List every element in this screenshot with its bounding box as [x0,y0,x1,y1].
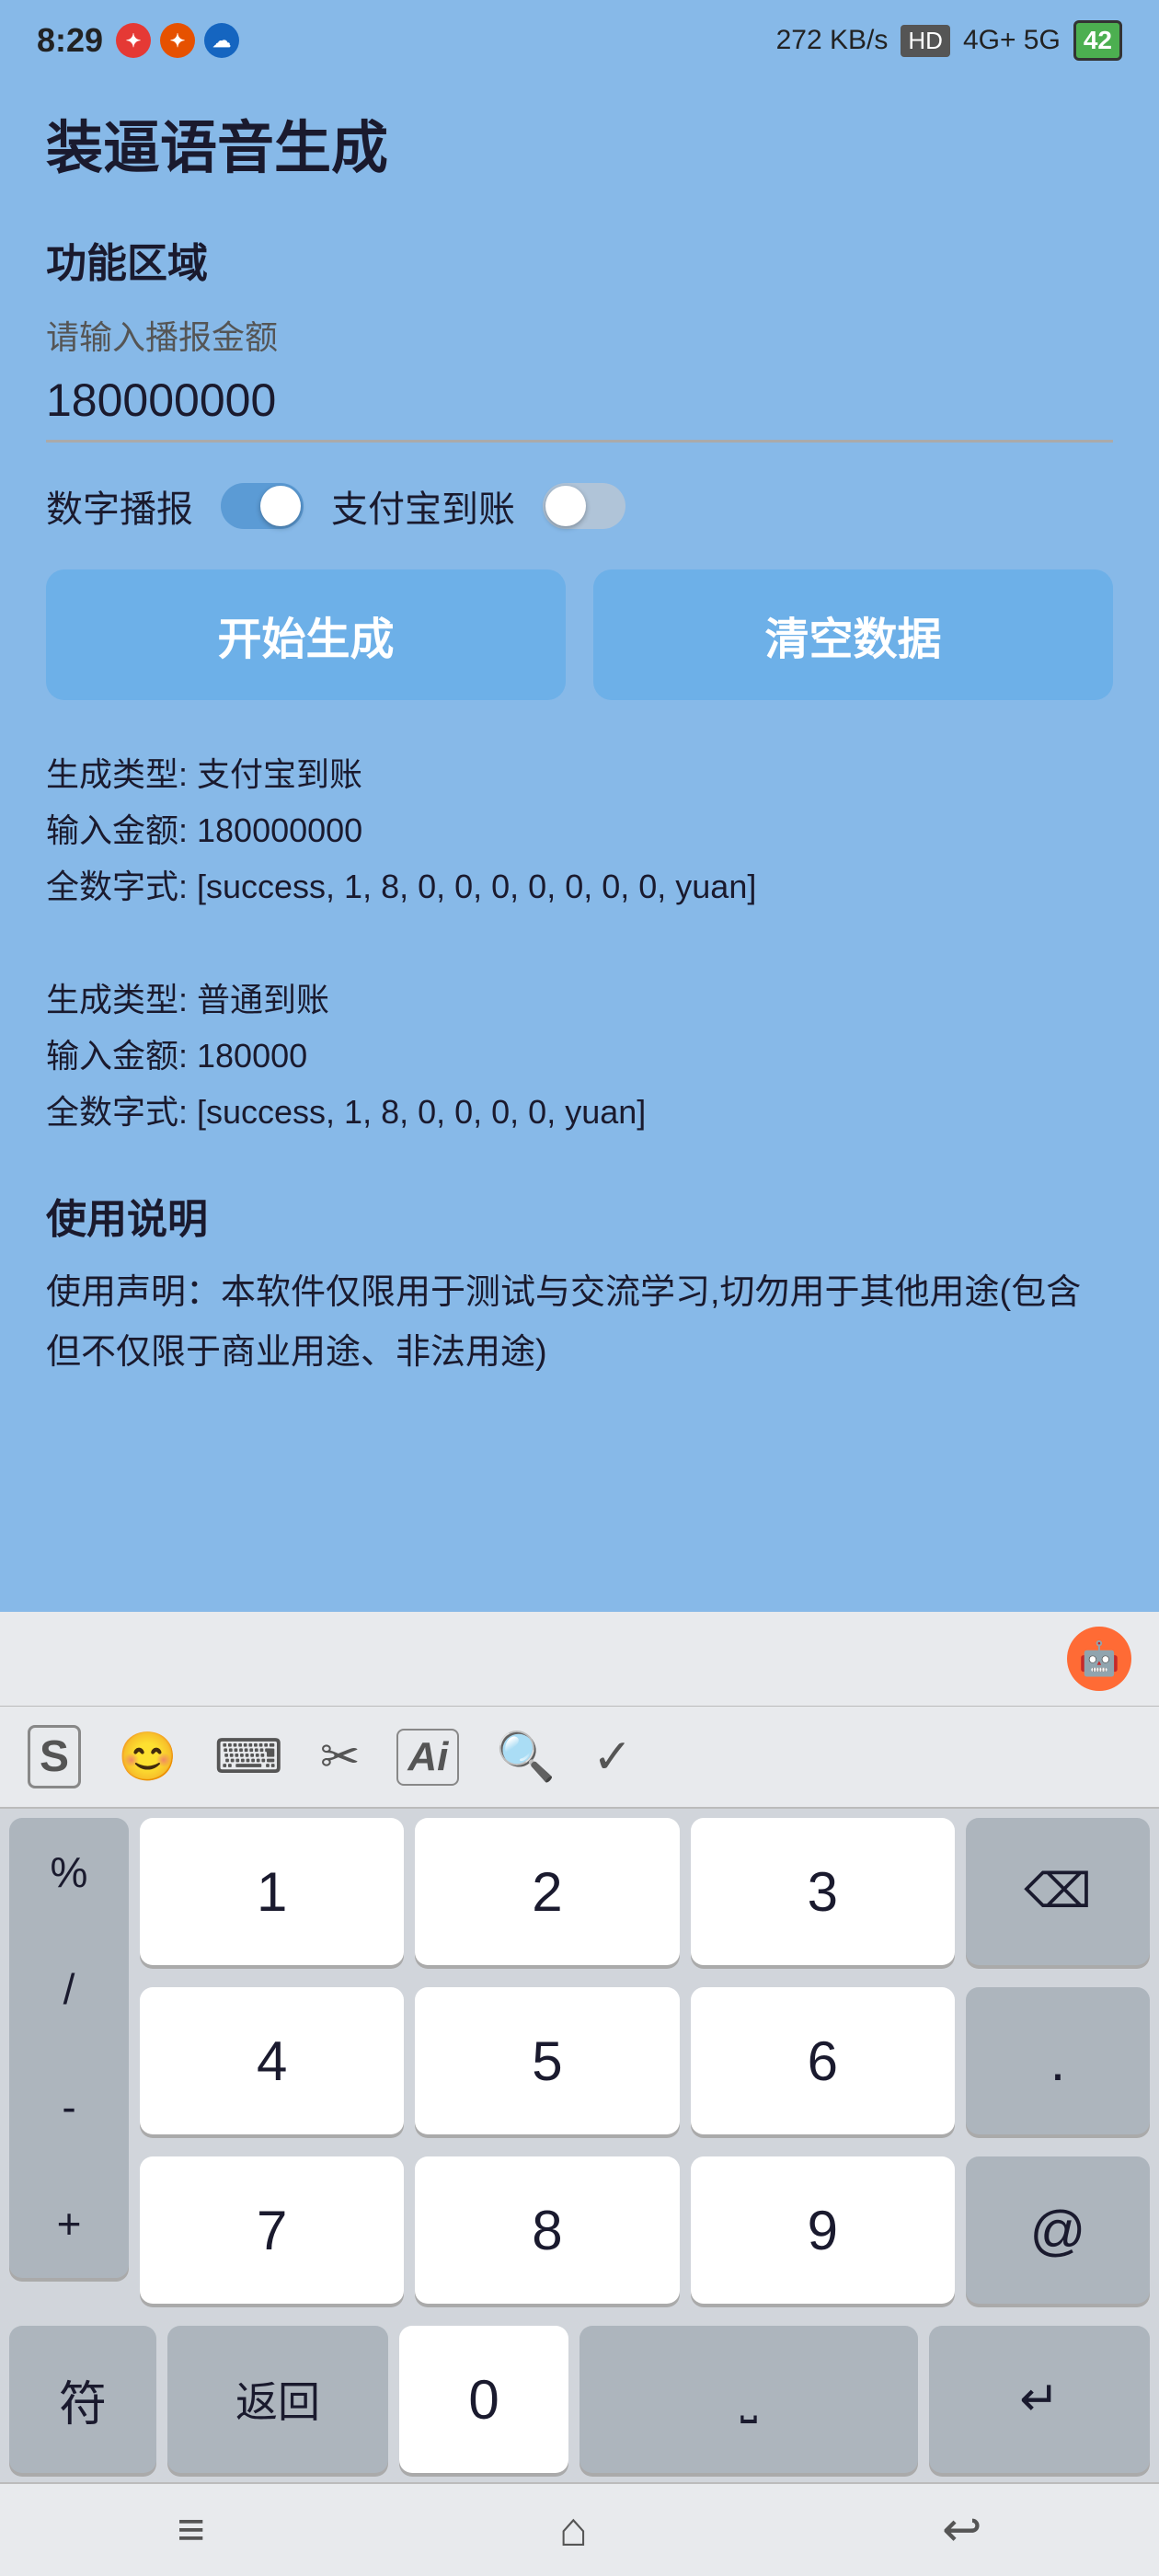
toggle1-label: 数字播报 [46,479,193,533]
toggle-row: 数字播报 支付宝到账 [46,479,1113,533]
input-placeholder-text: 请输入播报金额 [46,311,1113,359]
emoji-icon[interactable]: 😊 [118,1729,178,1785]
hd-label: HD [901,25,950,57]
app-icon-1: ✦ [116,23,151,58]
status-right: 272 KB/s HD 4G+ 5G 42 [776,20,1122,61]
key-enter[interactable]: ↵ [929,2326,1150,2473]
status-icons: ✦ ✦ ☁ [116,23,239,58]
num-keyboard: % / - + 1 2 3 ⌫ 4 5 6 . 7 [0,1809,1159,2482]
ai-icon[interactable]: Ai [396,1729,459,1786]
toggle-alipay[interactable] [543,483,625,529]
usage-text: 使用声明：本软件仅限用于测试与交流学习,切勿用于其他用途(包含但不仅限于商业用途… [46,1263,1113,1382]
output-line2: 输入金额: 180000000 [46,802,1113,858]
key-symbols-col[interactable]: % / - + [9,1818,129,2278]
kb-row-bottom: 符 返回 0 ⎵ ↵ [9,2326,1150,2473]
toggle2-label: 支付宝到账 [331,479,515,533]
key-3[interactable]: 3 [691,1818,955,1965]
nav-home-icon[interactable]: ⌂ [559,2502,588,2558]
app-content: 装逼语音生成 功能区域 请输入播报金额 180000000 数字播报 支付宝到账… [0,74,1159,1420]
app-icon-3: ☁ [204,23,239,58]
key-slash: / [63,1964,75,2014]
output-line5: 输入金额: 180000 [46,1028,1113,1084]
key-percent: % [51,1847,88,1897]
app-title: 装逼语音生成 [46,101,1113,184]
status-left: 8:29 ✦ ✦ ☁ [37,21,239,60]
key-5[interactable]: 5 [415,1987,679,2134]
key-backspace[interactable]: ⌫ [966,1818,1150,1965]
key-plus: + [57,2199,82,2248]
kb-row-1: % / - + 1 2 3 ⌫ 4 5 6 . 7 [9,1818,1150,2315]
keyboard-emoji-icon[interactable]: 🤖 [1067,1627,1131,1691]
keyboard-area: 🤖 S 😊 ⌨ ✂ Ai 🔍 ✓ % / - + 1 2 [0,1612,1159,2576]
start-button[interactable]: 开始生成 [46,569,566,700]
key-8[interactable]: 8 [415,2156,679,2304]
keyboard-toolbar: S 😊 ⌨ ✂ Ai 🔍 ✓ [0,1707,1159,1809]
kb-row-3a: 7 8 9 @ [140,2156,1150,2304]
collapse-icon[interactable]: ✓ [592,1730,633,1785]
toggle2-knob [545,486,586,526]
kb-row-1a: 1 2 3 ⌫ [140,1818,1150,1965]
key-at[interactable]: @ [966,2156,1150,2304]
key-space[interactable]: ⎵ [580,2326,918,2473]
nav-back-icon[interactable]: ↩ [942,2502,982,2558]
app-icon-2: ✦ [160,23,195,58]
battery-indicator: 42 [1073,20,1122,61]
kb-row-2a: 4 5 6 . [140,1987,1150,2134]
network-type: 4G+ 5G [963,25,1061,56]
nav-menu-icon[interactable]: ≡ [177,2502,204,2558]
output-area: 生成类型: 支付宝到账 输入金额: 180000000 全数字式: [succe… [46,746,1113,1140]
key-7[interactable]: 7 [140,2156,404,2304]
search-icon[interactable]: 🔍 [496,1729,556,1785]
key-back[interactable]: 返回 [167,2326,388,2473]
output-line1: 生成类型: 支付宝到账 [46,746,1113,802]
keyboard-layout-icon[interactable]: ⌨ [214,1730,283,1785]
status-bar: 8:29 ✦ ✦ ☁ 272 KB/s HD 4G+ 5G 42 [0,0,1159,74]
clear-button[interactable]: 清空数据 [593,569,1113,700]
function-area-label: 功能区域 [46,230,1113,289]
key-4[interactable]: 4 [140,1987,404,2134]
amount-display[interactable]: 180000000 [46,374,1113,443]
key-6[interactable]: 6 [691,1987,955,2134]
key-0[interactable]: 0 [399,2326,568,2473]
toggle1-knob [260,486,301,526]
output-line3: 全数字式: [success, 1, 8, 0, 0, 0, 0, 0, 0, … [46,858,1113,914]
key-2[interactable]: 2 [415,1818,679,1965]
usage-title: 使用说明 [46,1186,1113,1245]
key-symbol[interactable]: 符 [9,2326,156,2473]
button-row: 开始生成 清空数据 [46,569,1113,700]
sogou-icon[interactable]: S [28,1725,81,1788]
key-minus: - [62,2082,75,2132]
key-dot[interactable]: . [966,1987,1150,2134]
nav-bar: ≡ ⌂ ↩ [0,2482,1159,2576]
key-9[interactable]: 9 [691,2156,955,2304]
keyboard-top-bar: 🤖 [0,1612,1159,1707]
toggle-digital-broadcast[interactable] [221,483,304,529]
network-speed: 272 KB/s [776,25,889,56]
status-time: 8:29 [37,21,103,60]
output-line6: 全数字式: [success, 1, 8, 0, 0, 0, 0, yuan] [46,1084,1113,1140]
output-line4: 生成类型: 普通到账 [46,972,1113,1028]
scissors-icon[interactable]: ✂ [320,1730,361,1785]
key-1[interactable]: 1 [140,1818,404,1965]
